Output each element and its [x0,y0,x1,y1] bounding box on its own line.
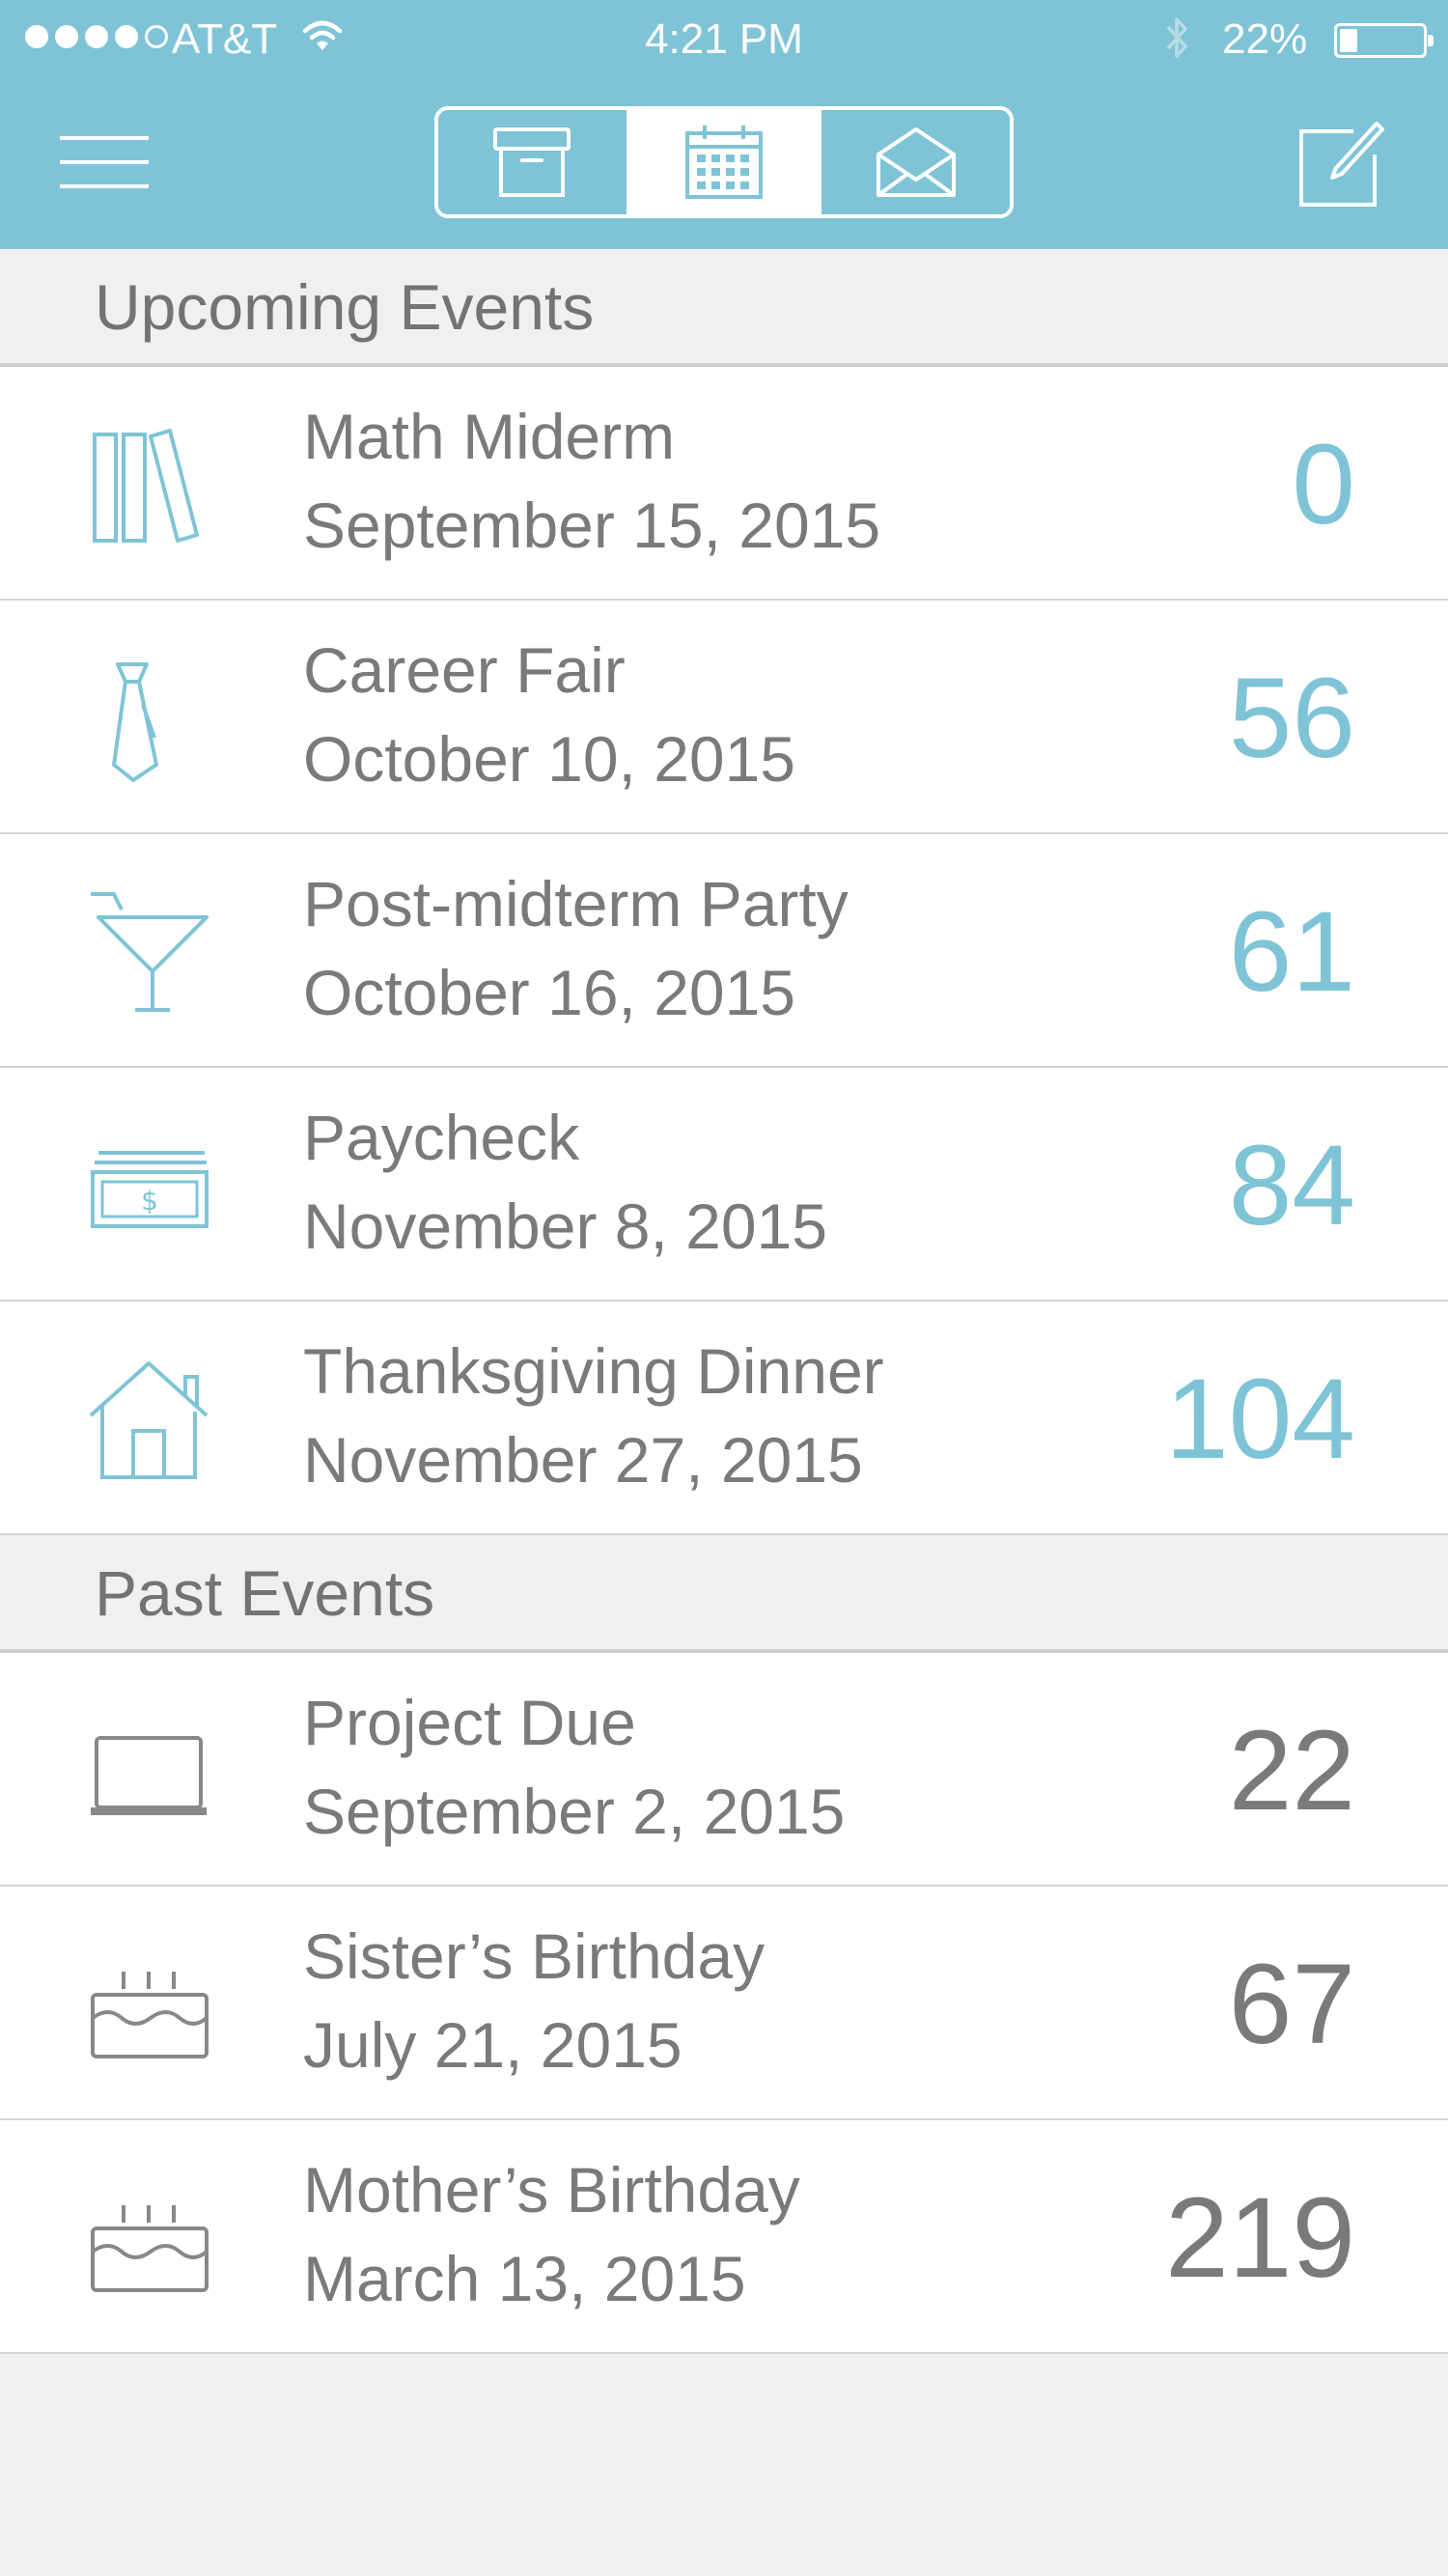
event-title: Project Due [303,1687,636,1758]
event-date: November 8, 2015 [303,1190,827,1262]
event-title: Sister’s Birthday [303,1920,766,1992]
battery-percentage: 22% [1222,15,1308,63]
battery-icon [1334,23,1434,58]
cash-icon: $ [87,1124,212,1249]
event-title: Post-midterm Party [303,868,849,939]
event-row[interactable]: Math Miderm September 15, 2015 0 [0,367,1448,601]
tab-mail[interactable] [818,110,1010,214]
event-row[interactable]: Career Fair October 10, 2015 56 [0,601,1448,834]
battery-level [1340,29,1357,52]
event-title: Math Miderm [303,401,676,472]
days-until-count: 61 [1228,888,1355,1016]
compose-button[interactable] [1297,120,1384,209]
compose-icon [1299,122,1384,207]
event-date: October 16, 2015 [303,957,796,1028]
days-until-count: 104 [1165,1356,1355,1483]
upcoming-events-header: Upcoming Events [0,249,1448,367]
tab-archive[interactable] [438,110,627,214]
envelope-icon [876,127,956,197]
svg-text:$: $ [141,1185,158,1217]
event-title: Mother’s Birthday [303,2154,800,2226]
days-until-count: 0 [1292,421,1355,548]
event-row[interactable]: Mother’s Birthday March 13, 2015 219 [0,2120,1448,2354]
event-title: Career Fair [303,634,626,706]
event-date: September 15, 2015 [303,490,881,561]
event-row[interactable]: $ Paycheck November 8, 2015 84 [0,1068,1448,1302]
event-row[interactable]: Project Due September 2, 2015 22 [0,1653,1448,1887]
event-row[interactable]: Thanksgiving Dinner November 27, 2015 10… [0,1302,1448,1535]
event-title: Thanksgiving Dinner [303,1335,884,1407]
hamburger-icon [60,136,149,188]
event-date: July 21, 2015 [303,2009,682,2081]
days-until-count: 56 [1228,655,1355,782]
top-bar: AT&T 4:21 PM 22% [0,0,1448,249]
hamburger-menu-button[interactable] [60,135,149,189]
archive-box-icon [493,127,571,197]
house-icon [87,1358,212,1483]
birthday-cake-icon [87,1943,212,2068]
event-row[interactable]: Sister’s Birthday July 21, 2015 67 [0,1887,1448,2120]
past-events-header: Past Events [0,1535,1448,1653]
tab-calendar[interactable] [626,110,819,214]
days-since-count: 219 [1165,2174,1355,2302]
days-since-count: 67 [1228,1941,1355,2068]
birthday-cake-icon [87,2176,212,2302]
laptop-icon [87,1709,212,1834]
event-title: Paycheck [303,1102,580,1173]
bluetooth-icon [1160,14,1195,74]
books-icon [87,423,212,548]
days-until-count: 84 [1228,1122,1355,1249]
event-date: November 27, 2015 [303,1424,863,1496]
view-segmented-control [434,106,1014,218]
event-date: March 13, 2015 [303,2243,746,2314]
necktie-icon [87,657,212,782]
calendar-icon [685,126,763,199]
days-since-count: 22 [1228,1707,1355,1834]
event-date: October 10, 2015 [303,723,796,795]
cocktail-icon [87,890,212,1016]
status-bar: AT&T 4:21 PM 22% [0,0,1448,77]
event-date: September 2, 2015 [303,1776,846,1847]
event-row[interactable]: Post-midterm Party October 16, 2015 61 [0,834,1448,1068]
